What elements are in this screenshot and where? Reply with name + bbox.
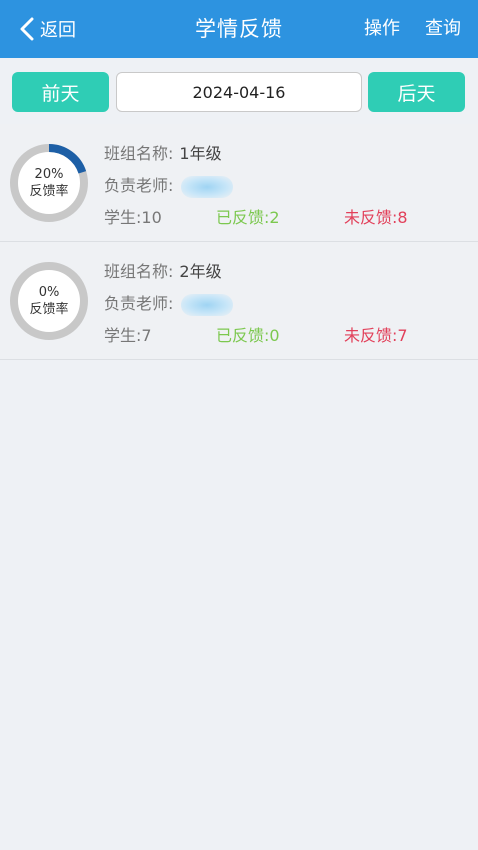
class-name-value: 2年级	[179, 262, 222, 281]
feedback-rate-value: 0%	[38, 285, 60, 300]
teacher-name-redacted	[181, 175, 234, 198]
feedback-done-count: 已反馈:0	[216, 326, 280, 345]
feedback-rate-ring: 20% 反馈率	[8, 142, 90, 224]
back-label: 返回	[40, 20, 76, 41]
class-list: 20% 反馈率 班组名称: 1年级 负责老师: 学生:10 已反馈:2 未反馈:8	[0, 124, 478, 360]
class-name-label: 班组名称:	[104, 144, 174, 163]
feedback-done-count: 已反馈:2	[216, 208, 280, 227]
query-button[interactable]: 查询	[425, 0, 461, 58]
class-name-line: 班组名称: 2年级	[104, 256, 468, 288]
previous-day-button[interactable]: 前天	[12, 72, 109, 112]
feedback-rate-label: 反馈率	[29, 302, 69, 317]
stats-line: 学生:10 已反馈:2 未反馈:8	[104, 202, 468, 234]
operate-button[interactable]: 操作	[364, 0, 400, 58]
feedback-rate-label: 反馈率	[29, 184, 69, 199]
stats-line: 学生:7 已反馈:0 未反馈:7	[104, 320, 468, 352]
chevron-left-icon	[20, 17, 34, 41]
feedback-pending-count: 未反馈:8	[344, 208, 408, 227]
feedback-rate-value: 20%	[34, 167, 64, 182]
class-row-1[interactable]: 20% 反馈率 班组名称: 1年级 负责老师: 学生:10 已反馈:2 未反馈:8	[0, 124, 478, 242]
students-count: 学生:10	[104, 208, 162, 227]
teacher-line: 负责老师:	[104, 170, 468, 202]
app-header: 返回 学情反馈 操作 查询	[0, 0, 478, 58]
feedback-rate-ring: 0% 反馈率	[8, 260, 90, 342]
date-navigation: 前天 2024-04-16 后天	[0, 58, 478, 124]
class-name-label: 班组名称:	[104, 262, 174, 281]
class-info: 班组名称: 1年级 负责老师: 学生:10 已反馈:2 未反馈:8	[104, 138, 468, 234]
teacher-name-redacted	[181, 293, 234, 316]
date-field[interactable]: 2024-04-16	[116, 72, 362, 112]
back-button[interactable]: 返回	[18, 0, 76, 58]
class-row-2[interactable]: 0% 反馈率 班组名称: 2年级 负责老师: 学生:7 已反馈:0 未反馈:7	[0, 242, 478, 360]
students-count: 学生:7	[104, 326, 152, 345]
teacher-line: 负责老师:	[104, 288, 468, 320]
feedback-pending-count: 未反馈:7	[344, 326, 408, 345]
teacher-label: 负责老师:	[104, 294, 174, 313]
class-info: 班组名称: 2年级 负责老师: 学生:7 已反馈:0 未反馈:7	[104, 256, 468, 352]
class-name-line: 班组名称: 1年级	[104, 138, 468, 170]
class-name-value: 1年级	[179, 144, 222, 163]
next-day-button[interactable]: 后天	[368, 72, 465, 112]
teacher-label: 负责老师:	[104, 176, 174, 195]
